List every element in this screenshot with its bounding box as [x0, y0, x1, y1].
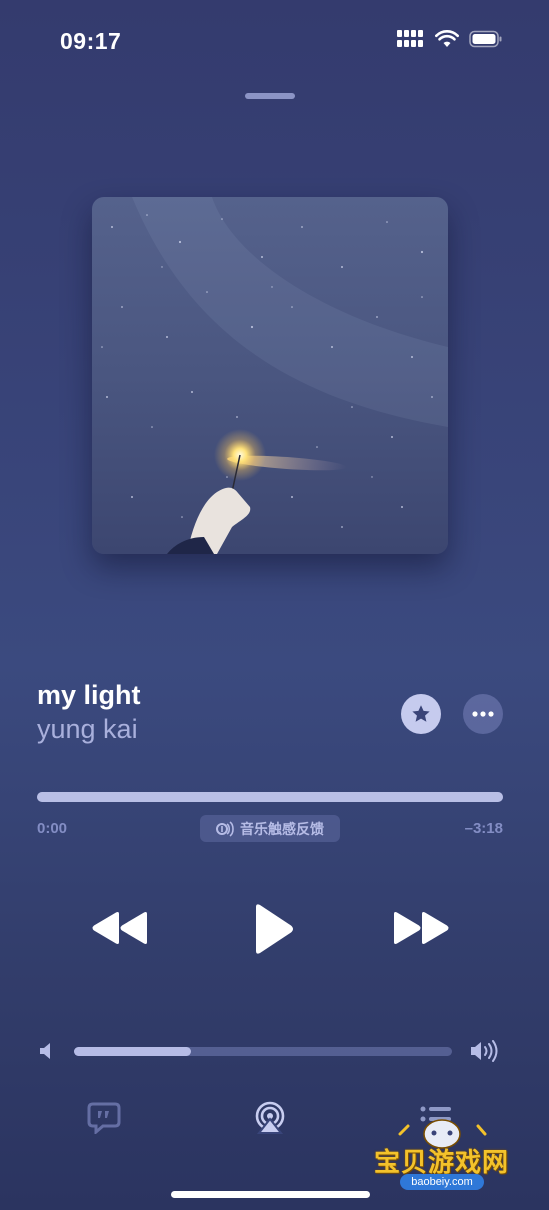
- time-remaining: –3:18: [464, 820, 503, 837]
- status-icons: [397, 30, 503, 48]
- music-haptics-button[interactable]: 音乐触感反馈: [200, 815, 340, 842]
- status-time: 09:17: [60, 28, 122, 54]
- signal-icon: [397, 30, 425, 48]
- track-artist[interactable]: yung kai: [37, 714, 138, 745]
- ellipsis-icon: [472, 711, 494, 717]
- airplay-button[interactable]: [253, 1101, 287, 1140]
- playback-progress-fill: [37, 792, 503, 802]
- volume-slider[interactable]: [74, 1047, 452, 1056]
- star-icon: [412, 705, 430, 722]
- volume-high-icon: [469, 1038, 501, 1069]
- favorite-button[interactable]: [401, 694, 441, 734]
- fast-forward-button[interactable]: [391, 906, 453, 950]
- fast-forward-icon: [394, 912, 449, 944]
- rewind-icon: [92, 912, 147, 944]
- album-artwork: [92, 197, 448, 554]
- lyrics-icon: [87, 1102, 121, 1136]
- music-haptics-label: 音乐触感反馈: [240, 821, 324, 838]
- track-title: my light: [37, 680, 141, 710]
- haptics-icon: [216, 820, 234, 837]
- lyrics-button[interactable]: [87, 1102, 121, 1139]
- sheet-grabber[interactable]: [245, 93, 295, 99]
- home-indicator[interactable]: [171, 1191, 370, 1198]
- volume-low-icon: [38, 1041, 54, 1066]
- more-options-button[interactable]: [463, 694, 503, 734]
- battery-icon: [469, 30, 503, 48]
- airplay-icon: [255, 1101, 285, 1134]
- play-button[interactable]: [243, 900, 301, 958]
- volume-level-fill: [74, 1047, 192, 1056]
- time-elapsed: 0:00: [37, 820, 68, 837]
- playback-scrubber[interactable]: [37, 792, 503, 802]
- play-icon: [256, 904, 293, 954]
- site-watermark: 宝贝游戏网 baobeiy.com: [370, 1112, 520, 1200]
- rewind-button[interactable]: [88, 906, 150, 950]
- watermark-url: baobeiy.com: [400, 1174, 484, 1190]
- wifi-icon: [435, 30, 459, 48]
